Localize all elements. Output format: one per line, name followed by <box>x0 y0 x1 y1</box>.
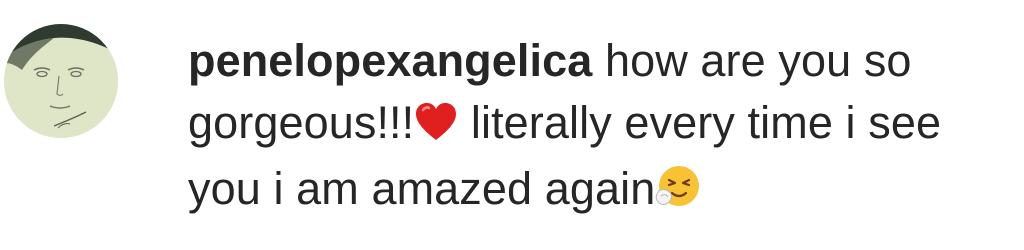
avatar[interactable] <box>4 24 118 138</box>
comment-username[interactable]: penelopexangelica <box>188 35 592 86</box>
red-heart-icon <box>414 96 458 158</box>
comment-body: penelopexangelica how are you so gorgeou… <box>188 30 1008 224</box>
sneezing-face-icon <box>655 162 701 224</box>
comment: penelopexangelica how are you so gorgeou… <box>0 0 1024 250</box>
avatar-sketch-icon <box>4 24 118 138</box>
